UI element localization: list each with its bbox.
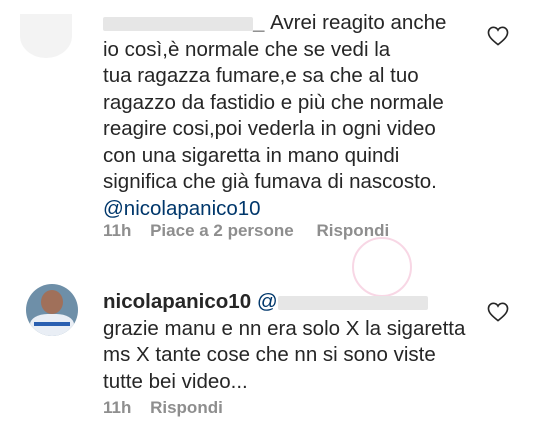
avatar-face bbox=[41, 290, 63, 314]
redacted-username bbox=[103, 16, 253, 31]
comment-1-line-1: Avrei reagito anche bbox=[270, 11, 447, 34]
comment-2-body: nicolapanico10 @ grazie manu e nn era so… bbox=[103, 289, 465, 395]
comment-1-time: 11h bbox=[103, 221, 132, 240]
comment-2-line-2: ms X tante cose che nn si sono viste bbox=[103, 343, 436, 366]
avatar-stripe bbox=[34, 322, 70, 326]
comment-1-line-2: io così,è normale che se vedi la bbox=[103, 37, 391, 61]
comment-1-line-4: ragazzo da fastidio e più che normale bbox=[103, 90, 444, 114]
comment-1-body: _ Avrei reagito anche io così,è normale … bbox=[103, 10, 446, 222]
comment-1-line-7: significa che già fumava di nascosto. bbox=[103, 170, 437, 193]
heart-icon[interactable] bbox=[487, 302, 509, 322]
comment-1-meta: 11h Piace a 2 persone Rispondi bbox=[103, 221, 407, 241]
comment-1-line-6: con una sigaretta in mano quindi bbox=[103, 143, 400, 167]
comment-2-reply-button[interactable]: Rispondi bbox=[150, 398, 223, 417]
comment-1-likes[interactable]: Piace a 2 persone bbox=[150, 221, 294, 240]
comment-2-time: 11h bbox=[103, 398, 132, 417]
redacted-mention bbox=[277, 295, 428, 310]
heart-icon[interactable] bbox=[487, 26, 509, 46]
comment-1-username[interactable]: _ bbox=[103, 11, 270, 34]
comment-2-username[interactable]: nicolapanico10 bbox=[103, 290, 251, 313]
comment-2-mention[interactable]: @ bbox=[257, 290, 428, 313]
comment-2-line-3: tutte bei video... bbox=[103, 369, 248, 393]
comment-1-mention[interactable]: @nicolapanico10 bbox=[103, 197, 261, 220]
comment-2-line-1: grazie manu e nn era solo X la sigaretta bbox=[103, 316, 466, 340]
comment-1-line-5: reagire cosi,poi vederla in ogni video bbox=[103, 117, 436, 140]
avatar[interactable] bbox=[20, 14, 72, 58]
avatar[interactable] bbox=[26, 284, 78, 336]
watermark-logo bbox=[352, 237, 412, 297]
comment-2-meta: 11h Rispondi bbox=[103, 398, 241, 418]
comment-1-line-3: tua ragazza fumare,e sa che al tuo bbox=[103, 64, 419, 87]
